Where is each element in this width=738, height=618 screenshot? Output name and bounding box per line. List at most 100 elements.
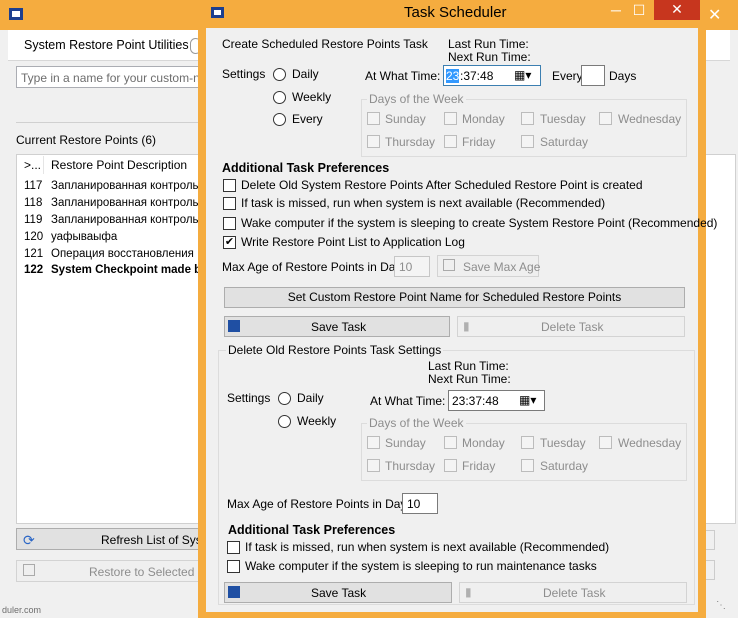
delete-time-picker[interactable]: 23:37:48 ▦▾ <box>448 390 545 411</box>
row-id: 117 <box>24 180 43 192</box>
table-row[interactable]: 120 уафываыфа <box>24 231 117 248</box>
days-group-title: Days of the Week <box>367 92 466 106</box>
last-run-label: Last Run Time: <box>448 37 529 51</box>
save-task-label: Save Task <box>311 320 367 334</box>
save-max-age-label: Save Max Age <box>463 260 541 274</box>
trash-icon: ▮ <box>465 585 472 599</box>
checkbox-wake-computer-label: Wake computer if the system is sleeping … <box>241 216 718 230</box>
delete-checkbox-friday-label: Friday <box>462 459 496 473</box>
checkbox-tuesday[interactable] <box>521 112 534 125</box>
row-description: Операция восстановления <box>51 248 194 260</box>
table-row[interactable]: 122 System Checkpoint made b <box>24 264 201 281</box>
delete-checkbox-saturday[interactable] <box>521 459 534 472</box>
delete-checkbox-wednesday[interactable] <box>599 436 612 449</box>
bg-close-icon[interactable]: ✕ <box>708 5 721 25</box>
checkbox-sunday-label: Sunday <box>385 112 426 126</box>
close-icon: ✕ <box>671 1 683 17</box>
delete-calendar-icon[interactable]: ▦▾ <box>519 393 536 407</box>
delete-radio-weekly[interactable] <box>278 415 291 428</box>
delete-checkbox-run-missed-label: If task is missed, run when system is ne… <box>245 540 610 554</box>
delete-checkbox-thursday[interactable] <box>367 459 380 472</box>
restore-name-input[interactable]: Type in a name for your custom-named <box>16 66 226 88</box>
refresh-list-button[interactable]: ⟳ Refresh List of Syster <box>16 528 216 550</box>
table-row[interactable]: 119 Запланированная контрольна <box>24 214 211 231</box>
radio-weekly-label: Weekly <box>292 90 332 104</box>
checkbox-saturday[interactable] <box>521 135 534 148</box>
delete-checkbox-friday[interactable] <box>444 459 457 472</box>
restore-selected-button[interactable]: Restore to Selected Sy <box>16 560 212 582</box>
col-header-id[interactable]: >... <box>24 158 41 172</box>
row-id: 120 <box>24 231 44 243</box>
delete-save-task-button[interactable]: Save Task <box>224 582 452 603</box>
radio-daily-label: Daily <box>292 67 319 81</box>
refresh-icon: ⟳ <box>23 532 35 548</box>
save-icon <box>228 320 240 332</box>
delete-save-task-label: Save Task <box>311 586 367 600</box>
delete-max-age-input[interactable]: 10 <box>402 493 438 514</box>
checkbox-write-log[interactable]: ✔ <box>223 236 236 249</box>
table-row[interactable]: 117 Запланированная контрольна <box>24 180 211 197</box>
max-age-input[interactable]: 10 <box>394 256 430 277</box>
radio-daily[interactable] <box>273 68 286 81</box>
checkbox-monday[interactable] <box>444 112 457 125</box>
delete-checkbox-thursday-label: Thursday <box>385 459 436 473</box>
save-task-button[interactable]: Save Task <box>224 316 450 337</box>
bg-button-edge <box>706 560 715 580</box>
checkbox-sunday[interactable] <box>367 112 380 125</box>
delete-task-label: Delete Task <box>541 320 604 334</box>
max-age-label: Max Age of Restore Points in Days: <box>222 260 411 274</box>
save-max-age-button[interactable]: Save Max Age <box>437 255 541 277</box>
checkbox-write-log-label: Write Restore Point List to Application … <box>241 235 465 249</box>
status-text: duler.com <box>2 605 42 615</box>
delete-checkbox-tuesday[interactable] <box>521 436 534 449</box>
delete-checkbox-sunday[interactable] <box>367 436 380 449</box>
checkbox-thursday[interactable] <box>367 135 380 148</box>
maximize-icon[interactable]: ☐ <box>628 2 650 19</box>
col-header-description[interactable]: Restore Point Description <box>51 158 187 172</box>
delete-time-value: 23:37:48 <box>452 394 499 408</box>
delete-radio-daily-label: Daily <box>297 391 324 405</box>
checkmark-icon: ✔ <box>224 236 235 248</box>
checkbox-wake-computer[interactable] <box>223 217 236 230</box>
checkbox-friday[interactable] <box>444 135 457 148</box>
radio-every[interactable] <box>273 113 286 126</box>
delete-checkbox-run-missed[interactable] <box>227 541 240 554</box>
table-row[interactable]: 118 Запланированная контрольна <box>24 197 211 214</box>
delete-delete-task-button[interactable]: ▮ Delete Task <box>459 582 687 603</box>
minimize-icon[interactable]: ─ <box>606 2 626 18</box>
every-label: Every <box>552 69 583 83</box>
checkbox-run-missed-label: If task is missed, run when system is ne… <box>241 196 606 210</box>
days-label: Days <box>609 69 637 83</box>
checkbox-delete-old[interactable] <box>223 179 236 192</box>
delete-max-age-label: Max Age of Restore Points in Days: <box>227 497 416 511</box>
checkbox-thursday-label: Thursday <box>385 135 436 149</box>
delete-task-button[interactable]: ▮ Delete Task <box>457 316 685 337</box>
table-row[interactable]: 121 Операция восстановления <box>24 248 194 265</box>
radio-every-label: Every <box>292 112 323 126</box>
calendar-icon[interactable]: ▦▾ <box>514 68 531 82</box>
save-icon <box>443 259 455 271</box>
delete-checkbox-monday[interactable] <box>444 436 457 449</box>
every-days-input[interactable] <box>581 65 605 86</box>
checkbox-friday-label: Friday <box>462 135 496 149</box>
delete-radio-daily[interactable] <box>278 392 291 405</box>
checkbox-tuesday-label: Tuesday <box>540 112 586 126</box>
delete-last-run-label: Last Run Time: <box>428 359 509 373</box>
dialog-title: Task Scheduler <box>404 4 507 21</box>
custom-name-button[interactable]: Set Custom Restore Point Name for Schedu… <box>224 287 685 308</box>
radio-weekly[interactable] <box>273 91 286 104</box>
time-rest: :37:48 <box>460 69 494 83</box>
checkbox-run-missed[interactable] <box>223 197 236 210</box>
delete-checkbox-tuesday-label: Tuesday <box>540 436 586 450</box>
time-picker[interactable]: 23 :37:48 ▦▾ <box>443 65 541 86</box>
time-label: At What Time: <box>365 69 441 83</box>
resize-grip-icon[interactable]: ⋱ <box>716 600 736 614</box>
checkbox-wednesday[interactable] <box>599 112 612 125</box>
delete-settings-label: Settings <box>227 391 271 405</box>
row-id: 121 <box>24 248 44 260</box>
delete-checkbox-wake[interactable] <box>227 560 240 573</box>
app-title-label: System Restore Point Utilities <box>24 38 189 52</box>
close-button[interactable]: ✕ <box>654 0 700 20</box>
delete-time-label: At What Time: <box>370 394 446 408</box>
next-run-label: Next Run Time: <box>448 50 531 64</box>
